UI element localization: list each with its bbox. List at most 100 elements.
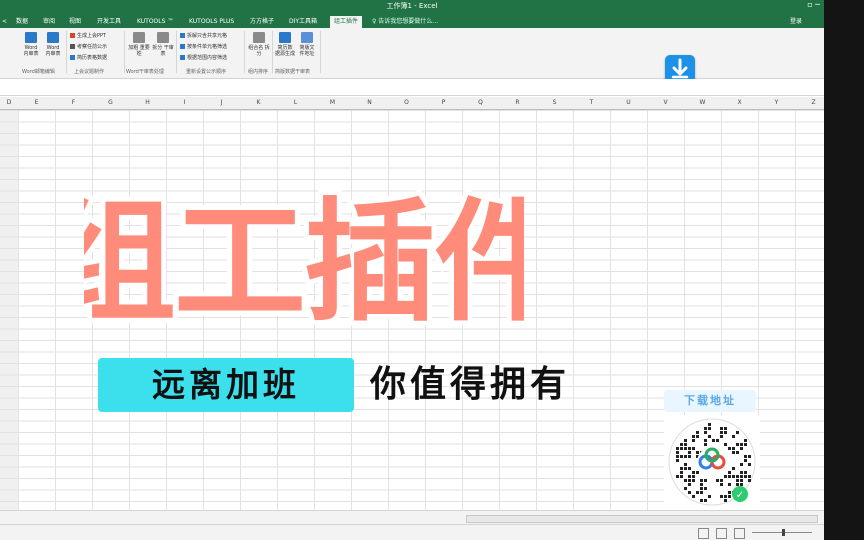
column-headers: DEFGHIJKLMNOPQRSTUVWXYZ xyxy=(0,97,824,110)
sheet-tabs-bar xyxy=(0,510,824,525)
title-bar: 工作簿1 - Excel ▫ ─ xyxy=(0,0,824,14)
group-label: 组内排序 xyxy=(248,69,269,75)
item-label: 考察任前公示 xyxy=(77,44,108,50)
column-header-g[interactable]: G xyxy=(92,97,129,109)
tab-developer[interactable]: 开发工具 xyxy=(97,16,121,28)
group-separator xyxy=(244,31,245,73)
column-header-e[interactable]: E xyxy=(18,97,55,109)
group-label: 上会议题制作 xyxy=(74,69,105,75)
button-label: Word 内审表 xyxy=(23,45,39,57)
bold-icon xyxy=(133,32,145,43)
range-icon xyxy=(180,55,185,60)
item-label: 根据范围内容筛选 xyxy=(187,55,228,61)
column-header-j[interactable]: J xyxy=(203,97,240,109)
table-icon xyxy=(70,55,75,60)
word-table-button-2[interactable]: Word 内审表 xyxy=(44,32,62,57)
column-header-f[interactable]: F xyxy=(55,97,92,109)
tab-kutools-plus[interactable]: KUTOOLS PLUS xyxy=(189,16,234,28)
column-header-s[interactable]: S xyxy=(536,97,573,109)
resume-data-item[interactable]: 简历表格数据 xyxy=(70,54,107,61)
column-header-l[interactable]: L xyxy=(277,97,314,109)
word-table-button-1[interactable]: Word 内审表 xyxy=(22,32,40,57)
download-banner: 下载地址 xyxy=(664,390,756,412)
document-icon xyxy=(279,32,291,43)
tab-diy-toolbox[interactable]: DIY工具箱 xyxy=(289,16,317,28)
qr-code[interactable]: ✓ xyxy=(664,415,760,510)
column-header-h[interactable]: H xyxy=(129,97,166,109)
group-label: 重新设置公示顺序 xyxy=(186,69,227,75)
qr-code-svg: ✓ xyxy=(668,418,756,506)
button-label: 简历数 据源生成 xyxy=(275,45,296,57)
button-label: 拆分 干审表 xyxy=(152,45,174,57)
group-split-button[interactable]: 组合名 拆分 xyxy=(248,32,270,57)
group-separator xyxy=(124,31,125,73)
column-header-i[interactable]: I xyxy=(166,97,203,109)
bold-name-button[interactable]: 加粗 重要姓 xyxy=(128,32,150,57)
column-header-v[interactable]: V xyxy=(647,97,684,109)
button-label: 组合名 拆分 xyxy=(248,45,270,57)
merge-icon xyxy=(180,33,185,38)
column-header-y[interactable]: Y xyxy=(758,97,795,109)
tab-fangfangezi[interactable]: 方方格子 xyxy=(250,16,274,28)
download-label: 下载地址 xyxy=(684,394,736,407)
zoom-slider-knob[interactable] xyxy=(782,529,785,536)
range-filter-item[interactable]: 根据范围内容筛选 xyxy=(180,54,227,61)
group-separator xyxy=(66,31,67,73)
tell-me-search[interactable]: ♀ 告诉我您想要做什么... xyxy=(372,16,438,28)
column-header-n[interactable]: N xyxy=(351,97,388,109)
tab-kutools[interactable]: KUTOOLS ™ xyxy=(137,16,173,28)
normal-view-icon[interactable] xyxy=(698,528,709,539)
headline-text: 组工插件 xyxy=(84,186,524,340)
group-label: Word邮箱编辑 xyxy=(22,69,55,75)
item-label: 按条件单元格筛选 xyxy=(187,44,228,50)
page-layout-icon[interactable] xyxy=(716,528,727,539)
filter-cell-item[interactable]: 按条件单元格筛选 xyxy=(180,43,227,50)
headline-svg: 组工插件 xyxy=(39,181,571,345)
tab-zugong-plugin[interactable]: 组工插件 xyxy=(330,16,363,28)
inspection-item[interactable]: 考察任前公示 xyxy=(70,43,107,50)
column-header-t[interactable]: T xyxy=(573,97,610,109)
split-merge-item[interactable]: 拆解只含共享元格 xyxy=(180,32,227,39)
slogan-left: 远离加班 xyxy=(152,365,300,404)
file-address-button[interactable]: 简版文 件地址 xyxy=(297,32,317,57)
page-break-icon[interactable] xyxy=(734,528,745,539)
word-icon xyxy=(47,32,59,43)
item-label: 生成上会PPT xyxy=(77,33,107,39)
excel-window: 工作簿1 - Excel ▫ ─ < 数据 审阅 视图 开发工具 KUTOOLS… xyxy=(0,0,824,540)
column-header-w[interactable]: W xyxy=(684,97,721,109)
status-bar xyxy=(0,524,824,540)
resume-source-button[interactable]: 简历数 据源生成 xyxy=(275,32,295,57)
sign-in-link[interactable]: 登录 xyxy=(790,16,802,28)
window-controls[interactable]: ▫ ─ xyxy=(807,0,820,9)
button-label: 加粗 重要姓 xyxy=(128,45,150,57)
column-header-m[interactable]: M xyxy=(314,97,351,109)
column-header-o[interactable]: O xyxy=(388,97,425,109)
slogan-pill: 远离加班 xyxy=(98,358,354,412)
ribbon-tabs: < 数据 审阅 视图 开发工具 KUTOOLS ™ KUTOOLS PLUS 方… xyxy=(0,14,824,28)
column-header-d[interactable]: D xyxy=(0,97,18,109)
column-header-u[interactable]: U xyxy=(610,97,647,109)
formula-bar[interactable] xyxy=(0,79,824,96)
group-separator xyxy=(272,31,273,73)
document-icon xyxy=(301,32,313,43)
column-header-x[interactable]: X xyxy=(721,97,758,109)
tab-review[interactable]: 审阅 xyxy=(43,16,55,28)
group-separator xyxy=(176,31,177,73)
window-title: 工作簿1 - Excel xyxy=(386,2,438,10)
column-header-z[interactable]: Z xyxy=(795,97,824,109)
column-header-r[interactable]: R xyxy=(499,97,536,109)
doc-icon xyxy=(70,44,75,49)
tab-view[interactable]: 视图 xyxy=(69,16,81,28)
tab-file-partial[interactable]: < xyxy=(2,16,7,28)
group-separator xyxy=(320,31,321,73)
split-icon xyxy=(253,32,265,43)
column-header-q[interactable]: Q xyxy=(462,97,499,109)
horizontal-scrollbar[interactable] xyxy=(466,515,818,523)
ppt-generate-item[interactable]: 生成上会PPT xyxy=(70,32,106,39)
filter-icon xyxy=(180,44,185,49)
column-header-k[interactable]: K xyxy=(240,97,277,109)
ppt-icon xyxy=(70,33,75,38)
split-table-button[interactable]: 拆分 干审表 xyxy=(152,32,174,57)
column-header-p[interactable]: P xyxy=(425,97,462,109)
tab-data[interactable]: 数据 xyxy=(16,16,28,28)
